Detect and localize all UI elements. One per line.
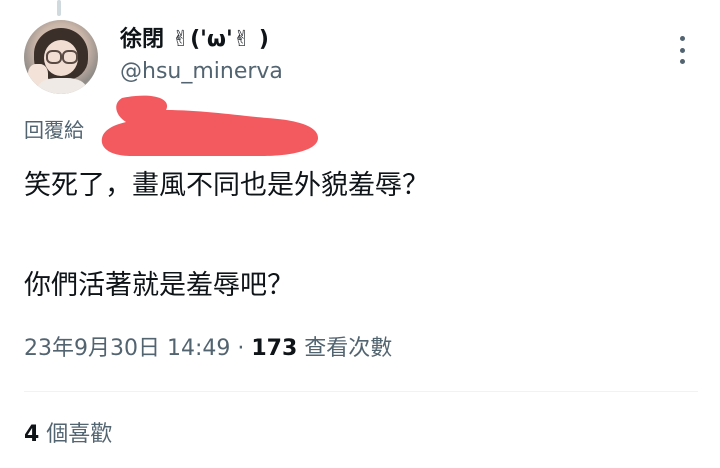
views-label: 查看次數 bbox=[297, 336, 393, 361]
display-name[interactable]: 徐閉 ✌('ω'✌ ) bbox=[120, 26, 269, 54]
tweet-text: 笑死了，畫風不同也是外貌羞辱？ 你們活著就是羞辱吧？ bbox=[24, 168, 429, 301]
user-handle[interactable]: @hsu_minerva bbox=[120, 58, 283, 86]
reply-to-label: 回覆給 bbox=[24, 118, 84, 142]
avatar[interactable] bbox=[24, 20, 98, 94]
tweet-line-1: 笑死了，畫風不同也是外貌羞辱？ bbox=[24, 170, 429, 201]
likes-count: 4 bbox=[24, 422, 40, 447]
divider bbox=[24, 391, 698, 392]
tweet-meta: 23年9月30日 14:49 · 173 查看次數 bbox=[24, 334, 392, 364]
likes-label: 個喜歡 bbox=[39, 422, 113, 447]
thread-line bbox=[57, 0, 61, 16]
timestamp[interactable]: 23年9月30日 14:49 bbox=[24, 336, 230, 361]
more-vertical-icon[interactable] bbox=[676, 36, 688, 64]
meta-separator: · bbox=[230, 336, 252, 361]
views-count: 173 bbox=[251, 336, 298, 361]
tweet-line-2: 你們活著就是羞辱吧？ bbox=[24, 270, 294, 301]
redaction-scribble bbox=[101, 95, 318, 156]
likes-stat[interactable]: 4 個喜歡 bbox=[24, 420, 112, 450]
